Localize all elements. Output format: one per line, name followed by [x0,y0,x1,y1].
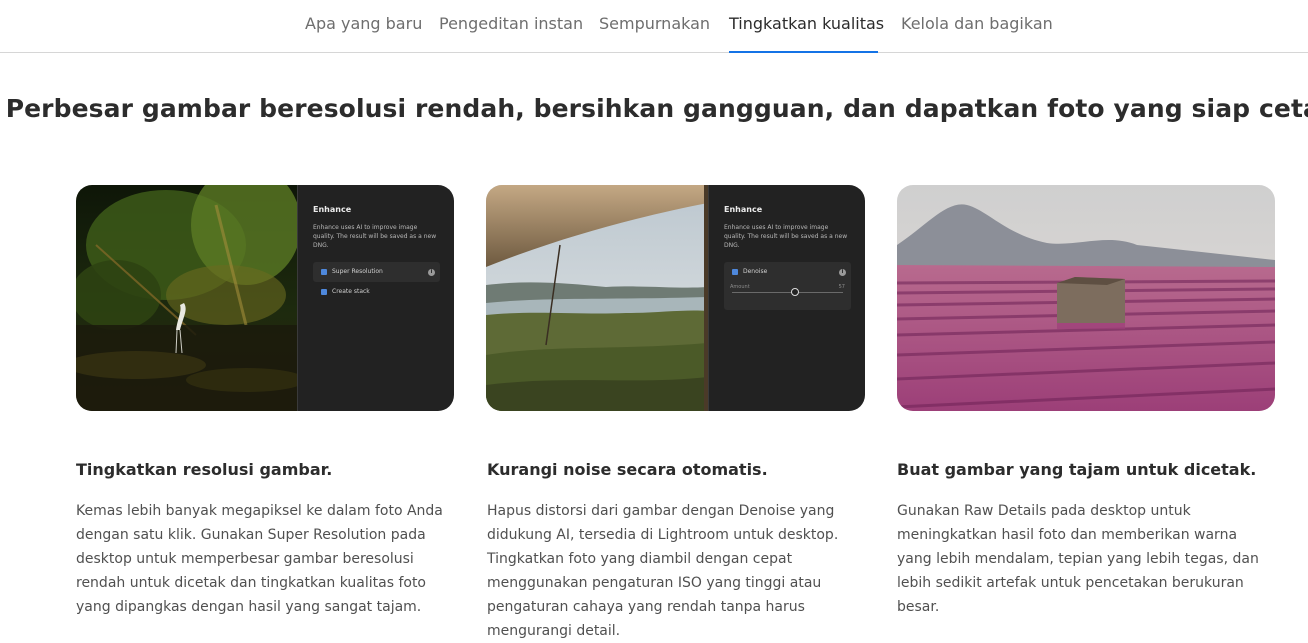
checkbox-checked-icon[interactable] [321,288,327,295]
super-resolution-preview: Enhance Enhance uses AI to improve image… [76,185,454,411]
panel-title: Enhance [724,205,763,214]
heron-photo [76,185,297,411]
tab-kelola-dan-bagikan[interactable]: Kelola dan bagikan [901,14,1053,53]
lavender-field-photo [897,185,1275,411]
amount-slider-track[interactable] [732,292,843,293]
tab-sempurnakan[interactable]: Sempurnakan [599,14,710,53]
lavender-photo [897,185,1275,411]
slider-value: 57 [838,284,845,290]
lake-photo [486,185,708,411]
enhance-panel: Enhance Enhance uses AI to improve image… [708,185,865,411]
panel-description: Enhance uses AI to improve image quality… [724,224,848,249]
super-resolution-option[interactable]: Super Resolution i [313,262,440,282]
tab-tingkatkan-kualitas[interactable]: Tingkatkan kualitas [729,14,884,53]
card-title-denoise: Kurangi noise secara otomatis. [487,460,768,479]
denoise-option[interactable]: Denoise i Amount 57 [724,262,851,310]
info-icon[interactable]: i [428,269,435,276]
checkbox-checked-icon[interactable] [732,268,738,275]
slider-label: Amount [730,284,750,290]
info-icon[interactable]: i [839,269,846,276]
section-tabs: Apa yang baru Pengeditan instan Sempurna… [0,0,1308,53]
panel-description: Enhance uses AI to improve image quality… [313,224,437,249]
panel-title: Enhance [313,205,352,214]
checkbox-checked-icon[interactable] [321,268,327,275]
section-headline: Perbesar gambar beresolusi rendah, bersi… [5,94,1308,123]
card-title-sharp-print: Buat gambar yang tajam untuk dicetak. [897,460,1257,479]
tab-apa-yang-baru[interactable]: Apa yang baru [305,14,422,53]
option-label: Denoise [743,268,768,275]
card-body-resolution: Kemas lebih banyak megapiksel ke dalam f… [76,503,443,615]
card-body-sharp-print: Gunakan Raw Details pada desktop untuk m… [897,503,1259,615]
amount-slider-row: Amount 57 [724,282,851,296]
enhance-panel: Enhance Enhance uses AI to improve image… [297,185,454,411]
card-title-resolution: Tingkatkan resolusi gambar. [76,460,333,479]
option-label: Super Resolution [332,268,383,275]
create-stack-option[interactable]: Create stack [313,282,440,302]
tab-pengeditan-instan[interactable]: Pengeditan instan [439,14,583,53]
amount-slider-handle[interactable] [791,288,799,296]
option-label: Create stack [332,288,370,295]
denoise-preview: Enhance Enhance uses AI to improve image… [486,185,865,411]
card-body-denoise: Hapus distorsi dari gambar dengan Denois… [487,503,839,639]
